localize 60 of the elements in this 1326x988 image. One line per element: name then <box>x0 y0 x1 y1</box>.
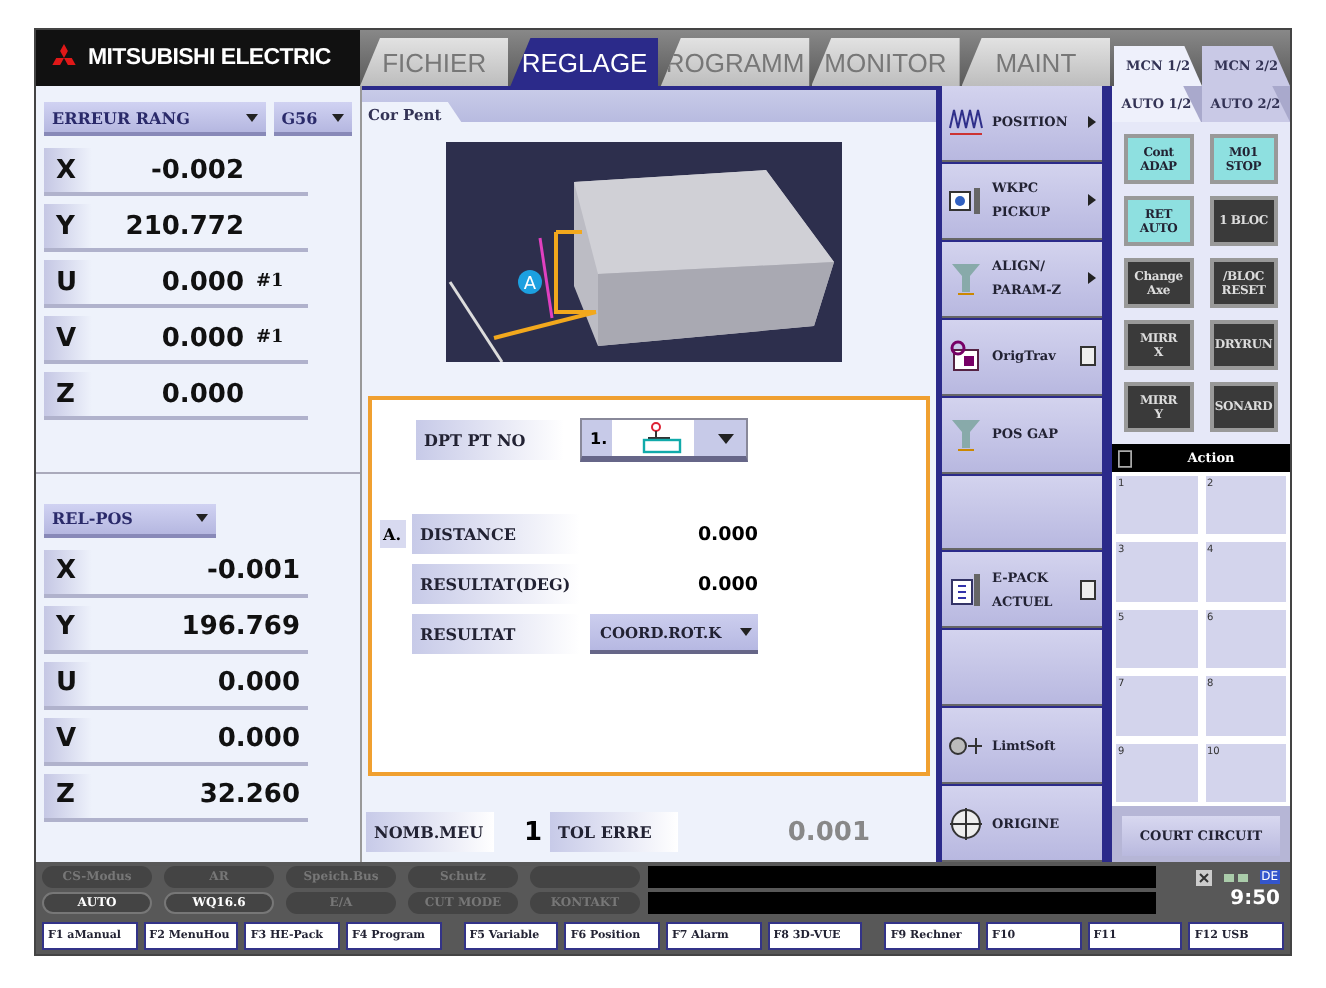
caret-icon <box>245 113 258 121</box>
axis-value: -0.001 <box>204 556 300 587</box>
tool-icon <box>948 260 984 297</box>
axis-value: 0.000 <box>159 379 244 409</box>
network-icon <box>1223 869 1248 885</box>
arrow-icon <box>1088 116 1096 129</box>
axis-value: -0.002 <box>148 155 244 185</box>
menu-tab[interactable]: REGLAGE <box>510 38 659 86</box>
caret-icon <box>740 628 752 636</box>
tool-icon <box>948 104 984 141</box>
field-value: 0.000 <box>695 573 758 595</box>
caret-icon <box>332 113 344 121</box>
axis-label: Z <box>44 372 92 416</box>
axis-suffix: #1 <box>256 272 284 292</box>
tool-icon <box>948 416 984 453</box>
axis-label: Z <box>44 773 92 818</box>
axis-value: 196.769 <box>179 612 300 643</box>
section-label: A. <box>379 520 405 548</box>
axis-label: Y <box>44 605 92 650</box>
axis-label: U <box>44 260 92 304</box>
softkey-button[interactable] <box>942 475 1102 551</box>
document-icon <box>1080 346 1096 367</box>
axis-suffix: #1 <box>256 328 284 348</box>
axis-value: 0.000 <box>159 267 244 297</box>
arrow-icon <box>1088 272 1096 285</box>
axis-value: 0.000 <box>159 323 244 353</box>
field-value: 0.001 <box>785 817 872 847</box>
field-value: 1 <box>521 817 544 847</box>
document-icon <box>1118 449 1132 467</box>
close-icon <box>1195 869 1212 885</box>
tool-icon <box>948 805 984 842</box>
point-dropdown[interactable]: 1. <box>580 418 748 462</box>
tool-icon <box>948 338 984 375</box>
clock-time: 9:50 <box>1230 888 1280 910</box>
tool-icon <box>948 182 984 219</box>
field-label: TOL ERRE <box>550 812 678 852</box>
workpiece-illustration: A <box>446 142 842 362</box>
document-icon <box>1080 579 1096 600</box>
axis-label: X <box>44 148 92 192</box>
axis-value: 32.260 <box>197 780 300 811</box>
brand-logo: MITSUBISHI ELECTRIC <box>36 30 360 86</box>
axis-value: 210.772 <box>123 211 244 241</box>
axis-value: 0.000 <box>215 668 300 699</box>
caret-icon <box>196 514 208 523</box>
field-value: 0.000 <box>695 523 758 545</box>
axis-label: V <box>44 717 92 762</box>
probe-icon <box>638 422 687 454</box>
axis-label: Y <box>44 204 92 248</box>
field-label: NOMB.MEU <box>366 812 494 852</box>
mode-dropdown[interactable]: ERREUR RANG <box>44 102 266 136</box>
caret-icon <box>717 433 734 443</box>
softkey-button[interactable] <box>942 630 1102 707</box>
axis-label: U <box>44 661 92 706</box>
coord-dropdown[interactable]: G56 <box>273 102 352 136</box>
mode-dropdown[interactable]: REL-POS <box>44 503 216 538</box>
axis-label: X <box>44 549 92 594</box>
arrow-icon <box>1088 194 1096 207</box>
tool-icon <box>948 571 984 608</box>
axis-value: 0.000 <box>215 724 300 755</box>
axis-label: V <box>44 316 92 360</box>
